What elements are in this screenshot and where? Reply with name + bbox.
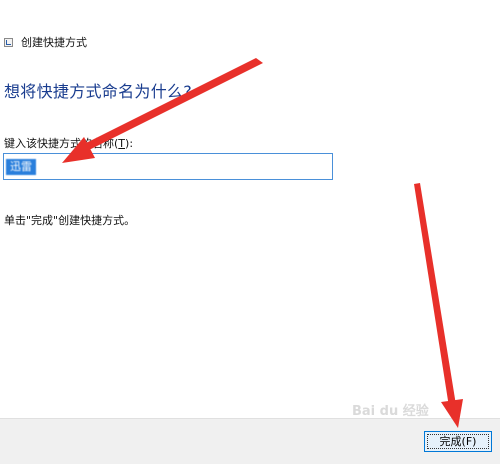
name-field-label-prefix: 键入该快捷方式的名称( — [4, 137, 119, 150]
shortcut-icon — [4, 38, 13, 47]
name-field-label: 键入该快捷方式的名称(T): — [4, 135, 133, 151]
finish-hint-text: 单击"完成"创建快捷方式。 — [4, 214, 136, 227]
shortcut-name-input[interactable]: 迅雷 — [3, 153, 333, 180]
arrow-to-finish-button — [414, 183, 463, 428]
baidu-watermark: Bai du 经验 — [352, 404, 429, 419]
create-shortcut-wizard: 创建快捷方式 想将快捷方式命名为什么? 键入该快捷方式的名称(T): 迅雷 单击… — [0, 0, 500, 464]
selected-name-text: 迅雷 — [6, 159, 36, 175]
window-title: 创建快捷方式 — [21, 36, 87, 49]
wizard-header: 创建快捷方式 — [0, 30, 300, 54]
name-field-label-suffix: ): — [125, 137, 134, 150]
annotation-arrows — [62, 58, 463, 428]
page-heading: 想将快捷方式命名为什么? — [4, 82, 193, 101]
finish-button[interactable]: 完成(F) — [424, 431, 492, 452]
